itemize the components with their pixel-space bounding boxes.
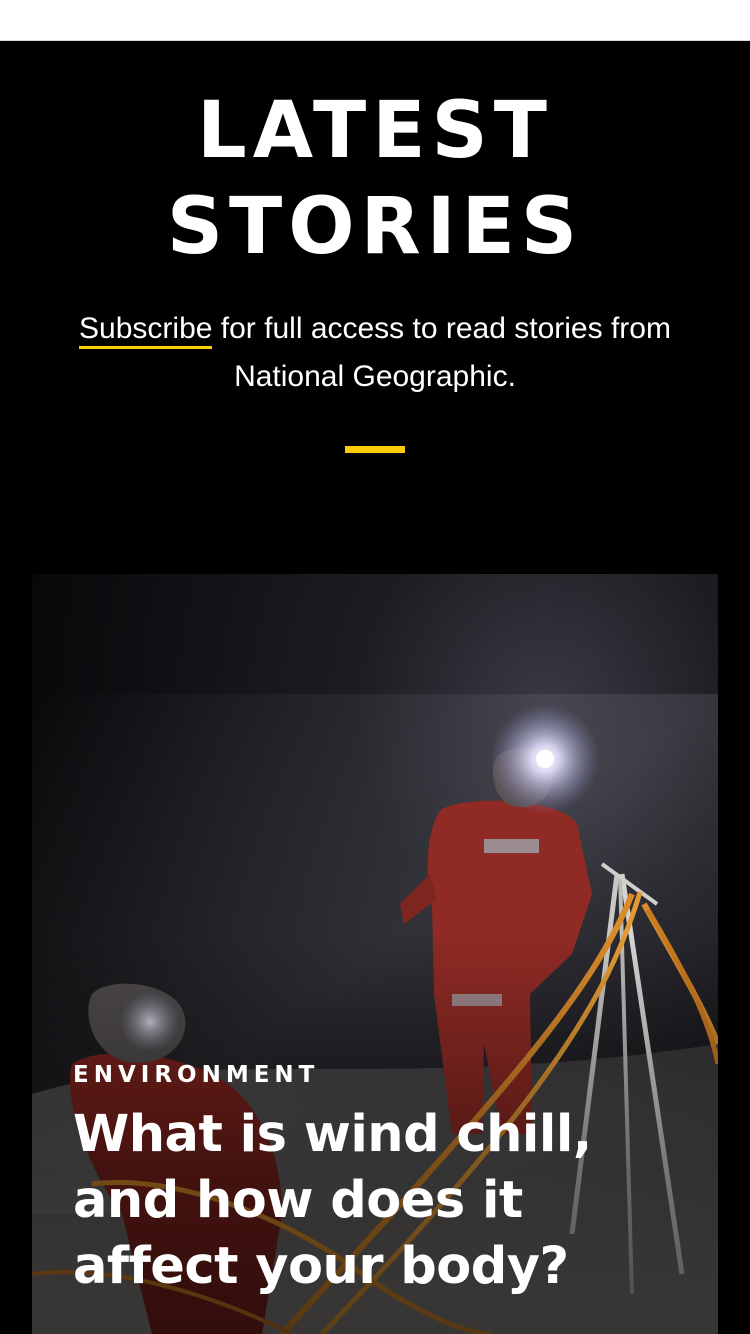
section-title-line-1: LATEST <box>197 86 553 176</box>
subscribe-link[interactable]: Subscribe <box>79 312 213 349</box>
top-bar <box>0 0 750 41</box>
section-title-line-2: STORIES <box>166 182 584 272</box>
subscribe-message: Subscribe for full access to read storie… <box>30 305 720 401</box>
subscribe-message-text: for full access to read stories from Nat… <box>212 312 671 393</box>
story-card[interactable]: ENVIRONMENT What is wind chill, and how … <box>32 574 718 1334</box>
accent-divider <box>345 446 405 453</box>
story-category[interactable]: ENVIRONMENT <box>73 1060 319 1090</box>
section-title: LATEST STORIES <box>0 83 750 275</box>
story-headline[interactable]: What is wind chill, and how does it affe… <box>73 1102 693 1300</box>
latest-stories-section: LATEST STORIES Subscribe for full access… <box>0 41 750 1334</box>
